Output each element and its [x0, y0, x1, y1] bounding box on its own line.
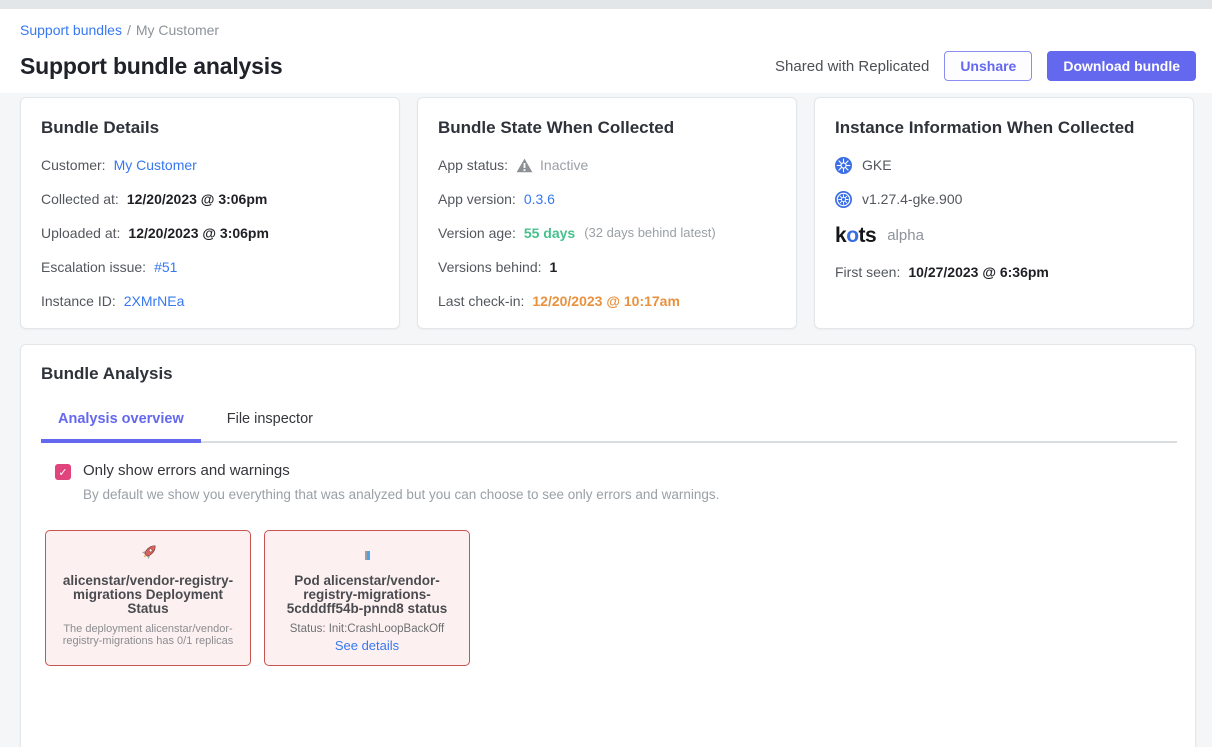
escalation-issue-label: Escalation issue: — [41, 257, 146, 277]
escalation-issue-link[interactable]: #51 — [154, 257, 177, 277]
tab-analysis-overview[interactable]: Analysis overview — [41, 411, 201, 441]
app-version-label: App version: — [438, 189, 516, 209]
breadcrumb-current: My Customer — [136, 22, 219, 38]
kots-logo: kots — [835, 225, 876, 247]
issue-card-deployment-status[interactable]: alicenstar/vendor-registry-migrations De… — [45, 530, 251, 666]
rocket-icon — [137, 542, 159, 569]
uploaded-at-value: 12/20/2023 @ 3:06pm — [128, 223, 269, 243]
kubernetes-icon — [835, 191, 852, 208]
version-age-label: Version age: — [438, 223, 516, 243]
bundle-analysis-title: Bundle Analysis — [41, 364, 1177, 384]
see-details-link[interactable]: See details — [335, 638, 399, 653]
analysis-tabs: Analysis overview File inspector — [41, 411, 1177, 443]
issue-title: alicenstar/vendor-registry-migrations De… — [55, 574, 241, 617]
filter-description: By default we show you everything that w… — [83, 487, 719, 502]
filter-label[interactable]: Only show errors and warnings — [83, 462, 719, 480]
warning-triangle-icon — [516, 158, 533, 173]
app-status-value: Inactive — [540, 155, 588, 175]
bundle-state-card: Bundle State When Collected App status: … — [417, 97, 797, 329]
first-seen-value: 10/27/2023 @ 6:36pm — [908, 262, 1049, 282]
first-seen-row: First seen: 10/27/2023 @ 6:36pm — [835, 262, 1173, 282]
header-actions: Shared with Replicated Unshare Download … — [775, 51, 1196, 81]
last-checkin-label: Last check-in: — [438, 291, 524, 311]
kots-channel: alpha — [887, 226, 924, 246]
only-errors-checkbox[interactable]: ✓ — [55, 464, 71, 480]
versions-behind-value: 1 — [550, 257, 558, 277]
instance-id-link[interactable]: 2XMrNEa — [124, 291, 185, 311]
pod-file-icon — [365, 551, 370, 560]
versions-behind-label: Versions behind: — [438, 257, 542, 277]
k8s-version-value: v1.27.4-gke.900 — [862, 189, 962, 209]
k8s-version-row: v1.27.4-gke.900 — [835, 189, 1173, 209]
instance-id-label: Instance ID: — [41, 291, 116, 311]
bundle-state-title: Bundle State When Collected — [438, 118, 776, 138]
download-bundle-button[interactable]: Download bundle — [1047, 51, 1196, 81]
app-version-link[interactable]: 0.3.6 — [524, 189, 555, 209]
uploaded-at-row: Uploaded at: 12/20/2023 @ 3:06pm — [41, 223, 379, 243]
kots-row: kots alpha — [835, 225, 1173, 247]
escalation-issue-row: Escalation issue: #51 — [41, 257, 379, 277]
breadcrumb: Support bundles / My Customer — [20, 22, 1196, 38]
bundle-details-title: Bundle Details — [41, 118, 379, 138]
issue-status: Status: Init:CrashLoopBackOff — [274, 623, 460, 635]
bundle-details-card: Bundle Details Customer: My Customer Col… — [20, 97, 400, 329]
version-age-value: 55 days — [524, 223, 575, 243]
customer-row: Customer: My Customer — [41, 155, 379, 175]
collected-at-label: Collected at: — [41, 189, 119, 209]
app-version-row: App version: 0.3.6 — [438, 189, 776, 209]
app-status-label: App status: — [438, 155, 508, 175]
last-checkin-value: 12/20/2023 @ 10:17am — [532, 291, 680, 311]
first-seen-label: First seen: — [835, 262, 900, 282]
instance-info-card: Instance Information When Collected GKE … — [814, 97, 1194, 329]
instance-id-row: Instance ID: 2XMrNEa — [41, 291, 379, 311]
tab-file-inspector[interactable]: File inspector — [210, 411, 330, 441]
bundle-analysis-card: Bundle Analysis Analysis overview File i… — [20, 344, 1196, 747]
issue-card-pod-status[interactable]: Pod alicenstar/vendor-registry-migration… — [264, 530, 470, 666]
version-age-row: Version age: 55 days (32 days behind lat… — [438, 223, 776, 243]
customer-label: Customer: — [41, 155, 106, 175]
version-age-note: (32 days behind latest) — [584, 223, 716, 243]
app-status-row: App status: Inactive — [438, 155, 776, 175]
uploaded-at-label: Uploaded at: — [41, 223, 120, 243]
summary-cards-row: Bundle Details Customer: My Customer Col… — [20, 97, 1196, 329]
breadcrumb-separator: / — [127, 22, 131, 38]
unshare-button[interactable]: Unshare — [944, 51, 1032, 81]
issue-message: The deployment alicenstar/vendor-registr… — [55, 623, 241, 648]
distribution-row: GKE — [835, 155, 1173, 175]
collected-at-value: 12/20/2023 @ 3:06pm — [127, 189, 268, 209]
distribution-value: GKE — [862, 155, 892, 175]
last-checkin-row: Last check-in: 12/20/2023 @ 10:17am — [438, 291, 776, 311]
instance-info-title: Instance Information When Collected — [835, 118, 1173, 138]
analysis-issues-list: alicenstar/vendor-registry-migrations De… — [41, 530, 1177, 666]
page-content: Bundle Details Customer: My Customer Col… — [0, 93, 1212, 747]
errors-warnings-filter: ✓ Only show errors and warnings By defau… — [41, 462, 1177, 502]
page-title: Support bundle analysis — [20, 53, 283, 80]
issue-title: Pod alicenstar/vendor-registry-migration… — [274, 574, 460, 617]
page-header: Support bundles / My Customer Support bund… — [0, 9, 1212, 93]
kots-logo-dot: o — [846, 224, 858, 247]
collected-at-row: Collected at: 12/20/2023 @ 3:06pm — [41, 189, 379, 209]
top-chrome-strip — [0, 0, 1212, 9]
versions-behind-row: Versions behind: 1 — [438, 257, 776, 277]
customer-link[interactable]: My Customer — [114, 155, 197, 175]
support-bundle-analysis-page: Support bundles / My Customer Support bund… — [0, 0, 1212, 747]
kubernetes-icon — [835, 157, 852, 174]
breadcrumb-support-bundles-link[interactable]: Support bundles — [20, 22, 122, 38]
shared-with-replicated-note: Shared with Replicated — [775, 58, 929, 75]
